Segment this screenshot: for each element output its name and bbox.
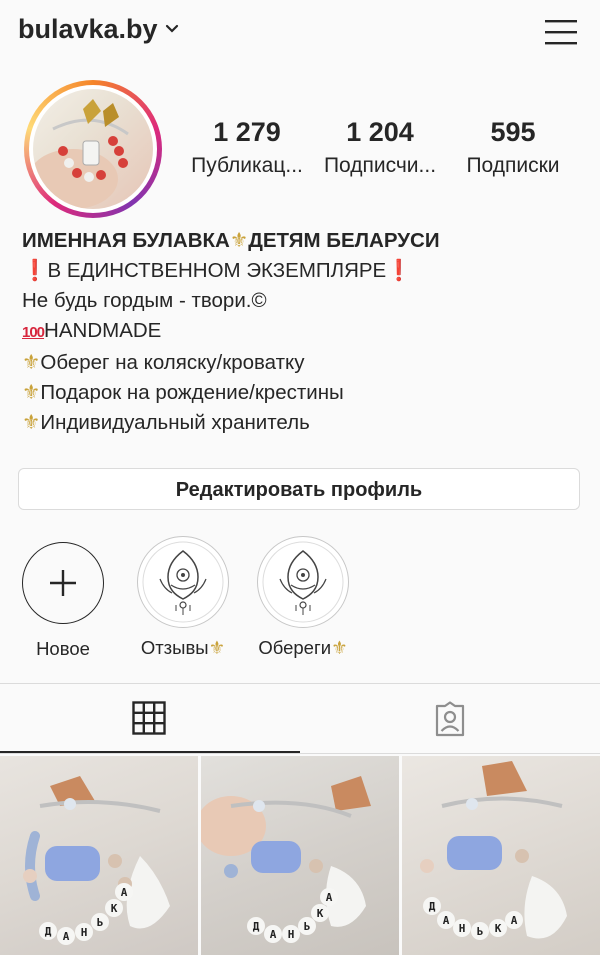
fleur-de-lis-icon: ⚜ [331, 637, 348, 658]
post-photo: Д А Н Ь К А [420, 761, 567, 940]
fleur-de-lis-icon: ⚜ [22, 381, 41, 404]
divider [0, 753, 600, 754]
bio-line-6: ⚜Индивидуальный хранитель [22, 408, 582, 438]
svg-text:К: К [111, 902, 118, 915]
bio-line-2: Не будь гордым - твори.© [22, 289, 267, 312]
bio-line-5: ⚜Подарок на рождение/крестины [22, 378, 582, 408]
svg-text:А: А [63, 930, 70, 943]
svg-text:Д: Д [253, 920, 260, 933]
hamsa-icon [142, 541, 224, 623]
post-photo: Д А Н Ь К А [201, 776, 371, 943]
highlight-label: Новое [36, 638, 90, 659]
svg-text:Ь: Ь [304, 920, 311, 933]
tagged-person-icon [435, 701, 465, 737]
following-count[interactable]: 595 Подписки [448, 116, 578, 178]
svg-text:Ь: Ь [477, 925, 484, 938]
tab-tagged[interactable] [300, 684, 600, 754]
highlight-label: Обереги⚜ [248, 637, 358, 659]
svg-text:К: К [495, 922, 502, 935]
highlight-label-text: Обереги [258, 637, 332, 658]
profile-name-tail: ДЕТЯМ БЕЛАРУСИ [248, 229, 440, 252]
menu-icon[interactable] [544, 18, 578, 46]
svg-text:Н: Н [459, 922, 466, 935]
hundred-points-icon: 100 [22, 324, 45, 341]
hamsa-icon [262, 541, 344, 623]
svg-text:Д: Д [45, 925, 52, 938]
post-thumbnail[interactable]: Д А Н Ь К А [201, 756, 399, 955]
bio-line-4: ⚜Оберег на коляску/кроватку [22, 348, 582, 378]
avatar[interactable] [24, 80, 162, 218]
profile-name: ИМЕННАЯ БУЛАВКА [22, 229, 230, 252]
top-bar: bulavka.by [0, 0, 600, 64]
post-thumbnail[interactable]: Д А Н Ь К А [0, 756, 198, 955]
svg-text:Н: Н [288, 928, 295, 941]
svg-text:Д: Д [429, 900, 436, 913]
svg-text:А: А [443, 914, 450, 927]
tab-grid[interactable] [0, 684, 300, 754]
grid-icon [132, 701, 166, 735]
svg-text:Н: Н [81, 926, 88, 939]
highlight-reviews[interactable]: Отзывы⚜ [128, 536, 238, 659]
svg-text:А: А [511, 914, 518, 927]
exclamation-icon: ❗ [22, 259, 48, 282]
highlight-amulets[interactable]: Обереги⚜ [248, 536, 358, 659]
highlight-cover[interactable] [257, 536, 349, 628]
bio-line-3-text: HANDMADE [44, 319, 162, 342]
followers-label: Подписчи... [323, 154, 437, 177]
svg-text:А: А [326, 891, 333, 904]
fleur-de-lis-icon: ⚜ [229, 229, 249, 252]
bio-line-1-text: В ЕДИНСТВЕННОМ ЭКЗЕМПЛЯРЕ [47, 259, 387, 282]
post-photo: Д А Н Ь К А [23, 776, 170, 945]
edit-profile-button[interactable]: Редактировать профиль [18, 468, 580, 510]
posts-count[interactable]: 1 279 Публикац... [182, 116, 312, 178]
highlight-label-text: Отзывы [140, 637, 209, 658]
bio-line-5-text: Подарок на рождение/крестины [40, 381, 344, 404]
bio-line-1: ❗В ЕДИНСТВЕННОМ ЭКЗЕМПЛЯРЕ❗ [22, 256, 582, 286]
svg-text:А: А [270, 928, 277, 941]
username[interactable]: bulavka.by [18, 14, 158, 45]
post-thumbnail[interactable]: Д А Н Ь К А [402, 756, 600, 955]
svg-text:Ь: Ь [97, 916, 104, 929]
following-label: Подписки [466, 154, 560, 177]
bio-line-6-text: Индивидуальный хранитель [40, 411, 310, 434]
highlight-new[interactable]: Новое [8, 542, 118, 660]
plus-icon [50, 570, 76, 596]
svg-text:А: А [121, 886, 128, 899]
bio-line-4-text: Оберег на коляску/кроватку [40, 351, 305, 374]
new-highlight-circle[interactable] [22, 542, 104, 624]
fleur-de-lis-icon: ⚜ [22, 351, 41, 374]
fleur-de-lis-icon: ⚜ [22, 411, 41, 434]
svg-text:К: К [317, 907, 324, 920]
posts-number: 1 279 [213, 117, 281, 147]
highlight-label: Отзывы⚜ [128, 637, 238, 659]
posts-label: Публикац... [191, 154, 303, 177]
bio-line-3: 100HANDMADE [22, 316, 582, 348]
followers-count[interactable]: 1 204 Подписчи... [315, 116, 445, 178]
exclamation-icon: ❗ [386, 259, 412, 282]
following-number: 595 [490, 117, 536, 147]
highlight-cover[interactable] [137, 536, 229, 628]
followers-number: 1 204 [346, 117, 414, 147]
profile-name-line: ИМЕННАЯ БУЛАВКА⚜ДЕТЯМ БЕЛАРУСИ [22, 226, 582, 256]
profile-bio: ИМЕННАЯ БУЛАВКА⚜ДЕТЯМ БЕЛАРУСИ ❗В ЕДИНСТ… [22, 226, 582, 438]
avatar-photo [33, 89, 153, 209]
fleur-de-lis-icon: ⚜ [208, 637, 226, 658]
chevron-down-icon[interactable] [165, 24, 179, 34]
